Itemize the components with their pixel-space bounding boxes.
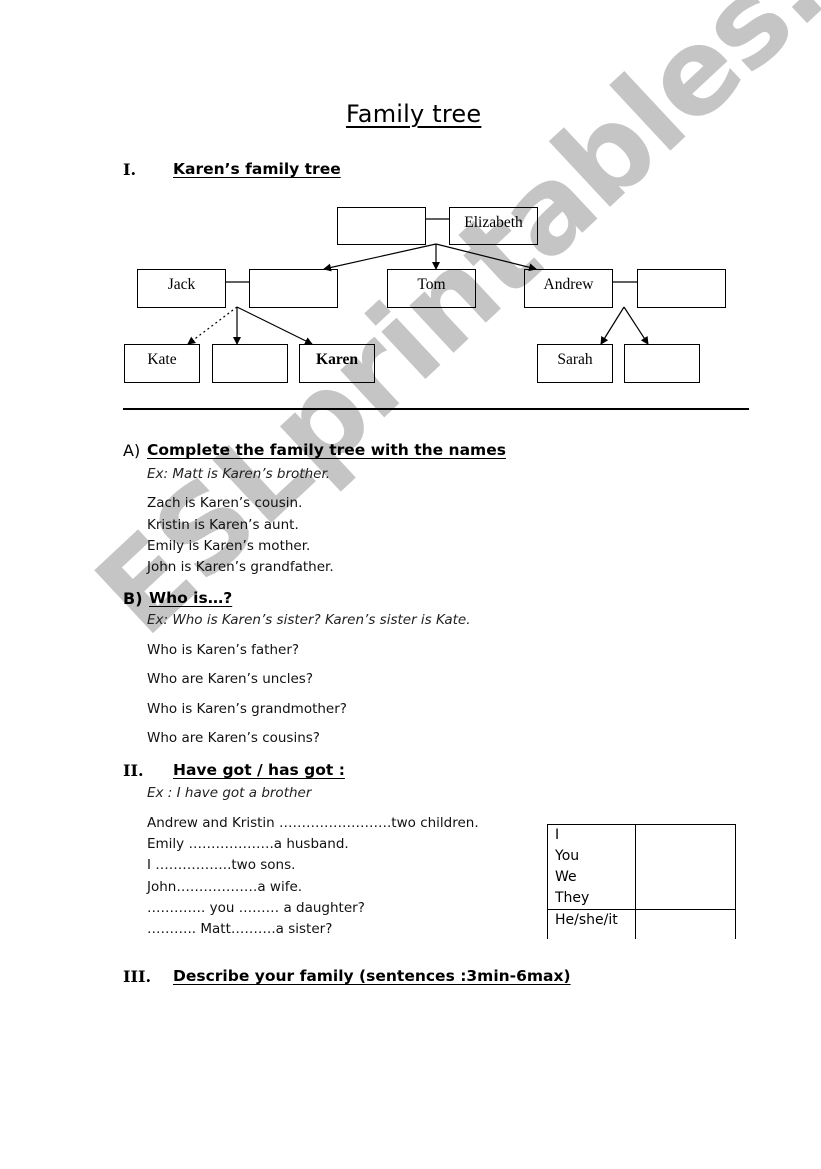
tree-box-karen[interactable]: Karen [299, 344, 375, 383]
part-b-question: Who are Karen’s cousins? [147, 730, 320, 746]
table-cell-singular-pronouns: He/she/it [547, 910, 635, 931]
section-3-numeral: III. [123, 967, 152, 986]
pronoun: You [555, 848, 580, 864]
part-b-question: Who is Karen’s father? [147, 642, 300, 658]
table-right-border [735, 824, 737, 939]
tree-box-jack-spouse[interactable] [249, 269, 338, 308]
tree-box-elizabeth[interactable]: Elizabeth [449, 207, 538, 245]
section-1-numeral: I. [123, 160, 137, 179]
table-cell-answer-have[interactable] [636, 825, 735, 909]
part-b-heading: Who is…? [149, 589, 233, 607]
tree-box-tom[interactable]: Tom [387, 269, 476, 308]
section-3-heading: Describe your family (sentences :3min-6m… [173, 967, 571, 985]
arrow-to-karen [236, 306, 313, 345]
section-2-example: Ex : I have got a brother [147, 785, 312, 801]
tree-box-andrew[interactable]: Andrew [524, 269, 613, 308]
part-b-question: Who are Karen’s uncles? [147, 671, 313, 687]
part-a-line: John is Karen’s grandfather. [147, 559, 334, 575]
page-title: Family tree [346, 100, 482, 128]
part-b-letter: B) [123, 589, 143, 608]
arrow-to-andrew [435, 243, 537, 272]
section-2-numeral: II. [123, 761, 144, 780]
part-a-line: Kristin is Karen’s aunt. [147, 517, 299, 533]
tree-box-jack[interactable]: Jack [137, 269, 226, 308]
section-2-line: Emily ……………….a husband. [147, 836, 349, 852]
pronoun: I [555, 827, 560, 843]
pronoun: They [555, 890, 590, 906]
section-2-line: John………………a wife. [147, 879, 303, 895]
tree-box-jack-child-2[interactable] [212, 344, 288, 383]
section-1-heading: Karen’s family tree [173, 160, 341, 178]
tree-box-sarah[interactable]: Sarah [537, 344, 613, 383]
pronoun: We [555, 869, 577, 885]
tree-box-kate[interactable]: Kate [124, 344, 200, 383]
part-b-question: Who is Karen’s grandmother? [147, 701, 347, 717]
arrow-to-sarah [600, 306, 625, 345]
table-cell-answer-has[interactable] [636, 910, 735, 939]
tree-box-grandfather[interactable] [337, 207, 426, 245]
part-a-example: Ex: Matt is Karen’s brother. [147, 466, 331, 482]
part-a-heading: Complete the family tree with the names [147, 441, 506, 459]
pronoun: He/she/it [555, 912, 618, 928]
section-2-line: I ……………..two sons. [147, 857, 296, 873]
part-a-letter: A) [123, 441, 141, 460]
section-2-line: Andrew and Kristin …………………….two children… [147, 815, 479, 831]
section-2-heading: Have got / has got : [173, 761, 345, 779]
section-divider [123, 408, 749, 410]
table-cell-plural-pronouns: I You We They [547, 825, 635, 909]
part-a-line: Emily is Karen’s mother. [147, 538, 311, 554]
tree-box-andrew-child-2[interactable] [624, 344, 700, 383]
tree-box-andrew-spouse[interactable] [637, 269, 726, 308]
arrow-to-andrew-child-2 [623, 306, 649, 345]
arrow-to-kate [187, 306, 238, 345]
part-a-line: Zach is Karen’s cousin. [147, 495, 303, 511]
section-2-line: …………. you ……… a daughter? [147, 900, 365, 916]
pronoun-table: I You We They He/she/it [547, 824, 737, 939]
arrow-to-jack-spouse [323, 243, 437, 272]
part-b-example: Ex: Who is Karen’s sister? Karen’s siste… [147, 612, 471, 628]
section-2-line: ……….. Matt……….a sister? [147, 921, 333, 937]
